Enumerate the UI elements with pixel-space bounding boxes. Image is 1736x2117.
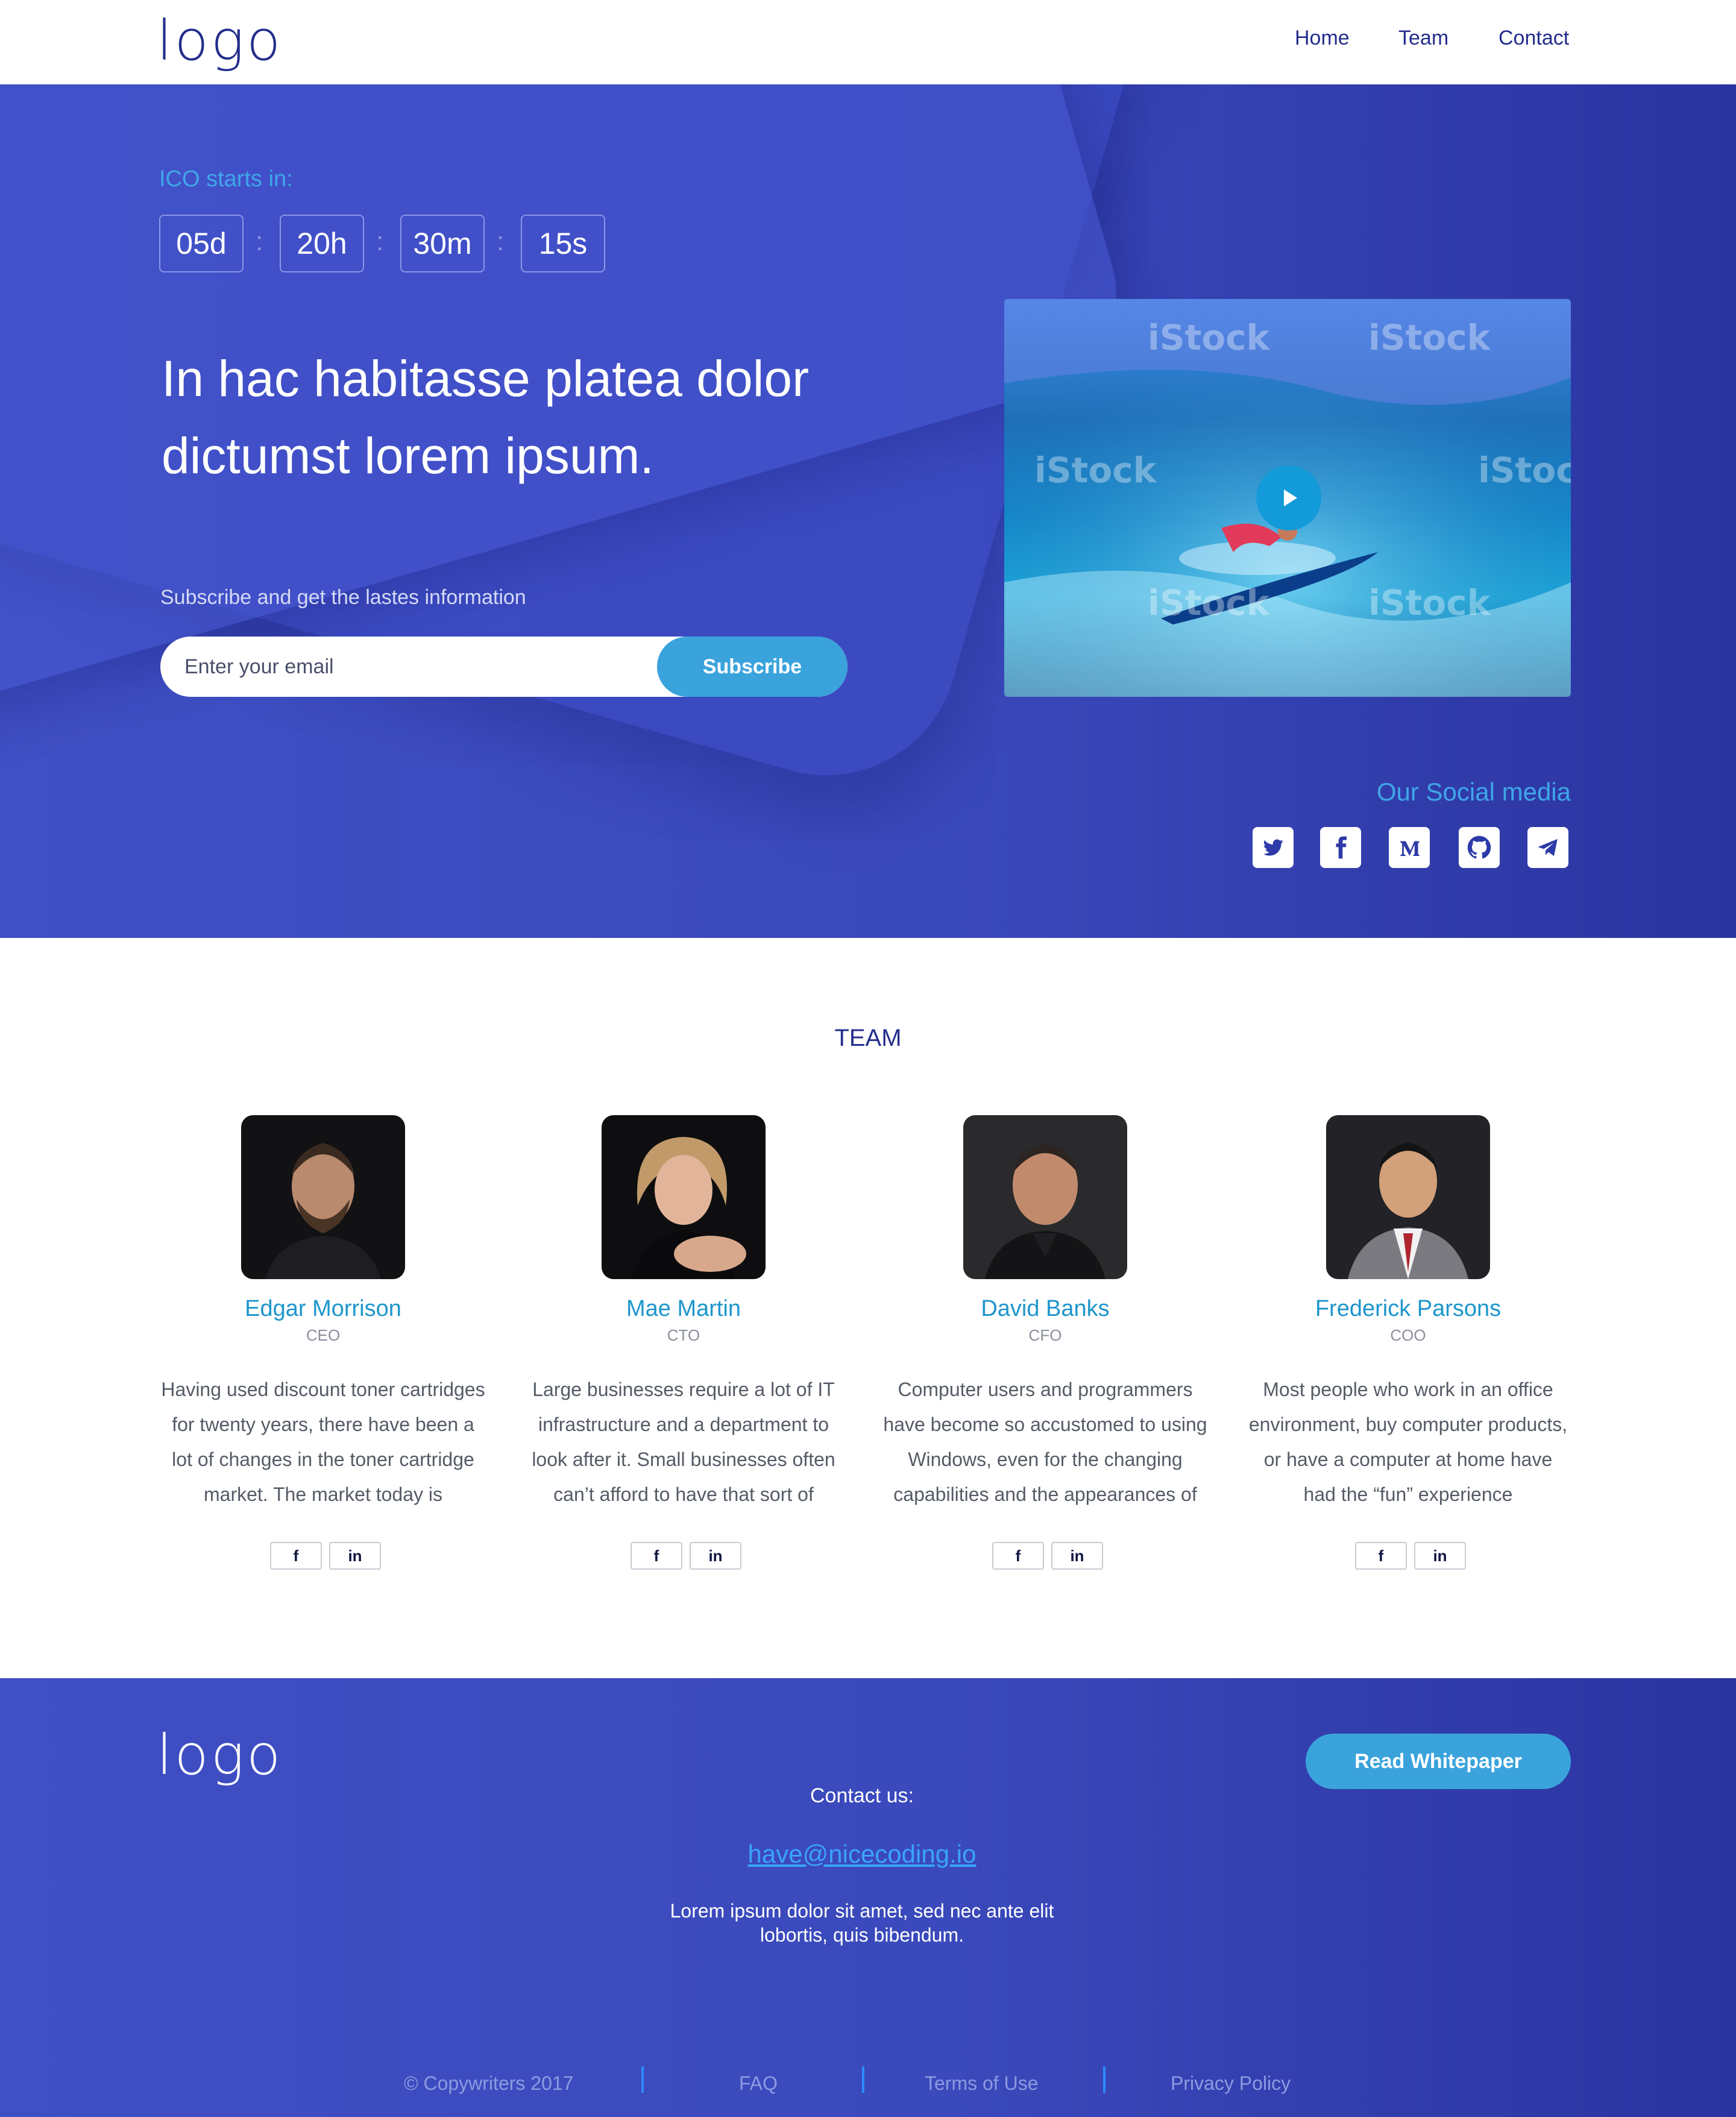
avatar	[963, 1115, 1127, 1279]
countdown-days: 05d	[159, 215, 244, 272]
video-watermark: iStock	[1368, 582, 1491, 623]
subscribe-button[interactable]: Subscribe	[657, 637, 848, 697]
member-role: CEO	[306, 1326, 341, 1344]
nav-contact[interactable]: Contact	[1499, 27, 1569, 50]
countdown-separator: :	[376, 227, 384, 256]
member-facebook-button[interactable]: f	[992, 1542, 1044, 1570]
member-name: David Banks	[981, 1296, 1110, 1321]
page: { "header": { "logo": "logo", "nav": ["H…	[0, 0, 1736, 2117]
countdown-separator: :	[497, 227, 505, 256]
subscribe-label: Subscribe and get the lastes information	[160, 586, 526, 609]
footer-link-privacy[interactable]: Privacy Policy	[1171, 2072, 1291, 2095]
hero-title-line: dictumst lorem ipsum.	[162, 427, 654, 484]
nav-home[interactable]: Home	[1295, 27, 1350, 50]
telegram-icon[interactable]	[1527, 827, 1568, 868]
member-bio: Computer users and programmers have beco…	[883, 1379, 1207, 1505]
site-header: logo Home Team Contact	[0, 0, 1736, 84]
facebook-icon[interactable]	[1320, 827, 1361, 868]
countdown-seconds: 15s	[521, 215, 605, 272]
play-button[interactable]	[1256, 465, 1321, 530]
video-watermark: iStock	[1478, 450, 1571, 491]
member-role: COO	[1390, 1326, 1426, 1344]
member-linkedin-button[interactable]: in	[1414, 1542, 1466, 1570]
ico-countdown-label: ICO starts in:	[159, 166, 293, 192]
play-icon	[1284, 489, 1297, 506]
hero-section: ICO starts in: 05d : 20h : 30m : 15s In …	[0, 84, 1736, 938]
countdown-hours: 20h	[280, 215, 364, 272]
member-role: CTO	[667, 1326, 700, 1344]
video-watermark: iStock	[1368, 317, 1491, 358]
avatar	[602, 1115, 766, 1279]
member-linkedin-button[interactable]: in	[1051, 1542, 1103, 1570]
medium-icon[interactable]	[1389, 827, 1430, 868]
member-facebook-button[interactable]: f	[270, 1542, 322, 1570]
footer-logo[interactable]: logo	[157, 1723, 283, 1787]
member-bio: Most people who work in an office enviro…	[1248, 1379, 1568, 1505]
facebook-icon: f	[293, 1546, 299, 1565]
video-watermark: iStock	[1148, 317, 1270, 358]
github-icon[interactable]	[1459, 827, 1500, 868]
contact-label: Contact us:	[810, 1784, 914, 1807]
member-name: Mae Martin	[626, 1296, 741, 1321]
copyright-text: © Copywriters 2017	[404, 2072, 574, 2094]
hero-video[interactable]: iStock iStock iStock iStock iStock iStoc…	[1004, 299, 1571, 697]
member-linkedin-button[interactable]: in	[690, 1542, 741, 1570]
twitter-icon[interactable]	[1253, 827, 1294, 868]
member-bio: Large businesses require a lot of IT inf…	[532, 1379, 835, 1505]
linkedin-icon: in	[1070, 1546, 1084, 1565]
countdown-minutes: 30m	[400, 215, 485, 272]
video-watermark: iStock	[1148, 582, 1270, 623]
footer-link-faq[interactable]: FAQ	[739, 2072, 778, 2095]
member-facebook-button[interactable]: f	[631, 1542, 682, 1570]
member-name: Frederick Parsons	[1315, 1296, 1502, 1321]
member-facebook-button[interactable]: f	[1355, 1542, 1407, 1570]
member-bio: Having used discount toner cartridges fo…	[161, 1379, 485, 1505]
footer-divider	[862, 2066, 864, 2093]
footer-divider	[1103, 2066, 1105, 2093]
member-name: Edgar Morrison	[245, 1296, 401, 1321]
linkedin-icon: in	[708, 1546, 723, 1565]
header-logo[interactable]: logo	[157, 8, 283, 73]
linkedin-icon: in	[1433, 1546, 1447, 1565]
contact-email-link[interactable]: have@nicecoding.io	[0, 1840, 1724, 1869]
read-whitepaper-button[interactable]: Read Whitepaper	[1306, 1734, 1571, 1789]
facebook-icon: f	[1378, 1546, 1384, 1565]
avatar	[241, 1115, 405, 1279]
site-footer: logo Read Whitepaper Contact us: have@ni…	[0, 1678, 1736, 2117]
footer-divider	[641, 2066, 644, 2093]
subscribe-form: Subscribe	[160, 637, 848, 697]
hero-title: In hac habitasse platea dolor dictumst l…	[162, 340, 915, 494]
footer-link-terms[interactable]: Terms of Use	[925, 2072, 1038, 2095]
hero-title-line: In hac habitasse platea dolor	[162, 350, 810, 407]
countdown-separator: :	[256, 227, 263, 256]
email-input[interactable]	[184, 637, 606, 697]
social-media-title: Our Social media	[1376, 778, 1571, 806]
member-linkedin-button[interactable]: in	[329, 1542, 381, 1570]
video-watermark: iStock	[1034, 450, 1157, 491]
nav-team[interactable]: Team	[1398, 27, 1448, 50]
member-role: CFO	[1028, 1326, 1062, 1344]
linkedin-icon: in	[348, 1546, 362, 1565]
footer-description: Lorem ipsum dolor sit amet, sed nec ante…	[670, 1900, 1054, 1946]
team-title: TEAM	[834, 1025, 902, 1051]
avatar	[1326, 1115, 1490, 1279]
facebook-icon: f	[653, 1546, 659, 1565]
facebook-icon: f	[1015, 1546, 1021, 1565]
